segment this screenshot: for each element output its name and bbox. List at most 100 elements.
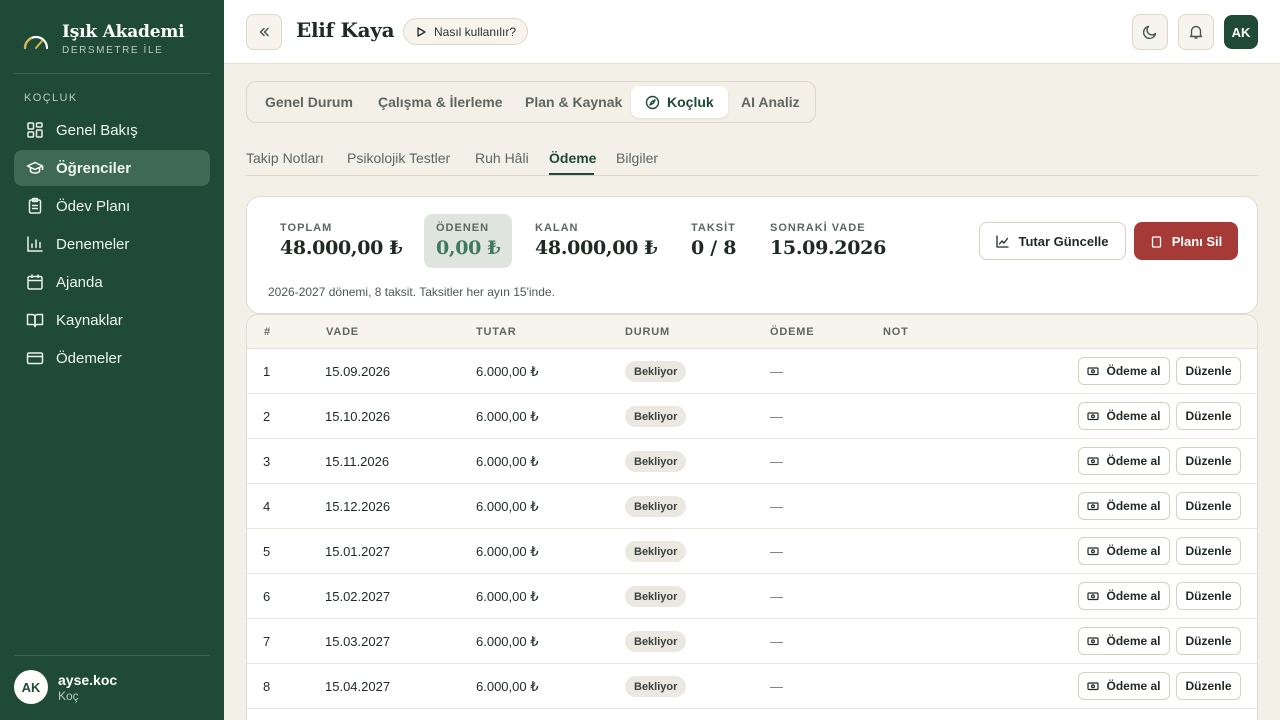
stat-label: SONRAKİ VADE bbox=[770, 222, 866, 234]
theme-toggle-button[interactable] bbox=[1132, 14, 1168, 50]
banknote-icon bbox=[1087, 457, 1100, 466]
user-profile[interactable]: AK ayse.koc Koç bbox=[14, 670, 117, 704]
edit-installment-button[interactable]: Düzenle bbox=[1176, 537, 1241, 565]
row-payment: — bbox=[770, 589, 783, 604]
table-row: 7 15.03.2027 6.000,00 ₺ Bekliyor — Ödeme al Dü… bbox=[247, 619, 1257, 664]
table-header: # VADE TUTAR DURUM ÖDEME NOT bbox=[247, 315, 1257, 349]
top-header: Elif Kaya Nasıl kullanılır? AK bbox=[224, 0, 1280, 64]
user-role: Koç bbox=[58, 688, 79, 703]
collapse-sidebar-button[interactable] bbox=[246, 14, 282, 50]
sidebar-nav: Genel Bakış Öğrenciler Ödev Planı Deneme… bbox=[14, 112, 210, 378]
tab-plan-kaynak[interactable]: Plan & Kaynak bbox=[525, 86, 622, 118]
subtab-takip-notlari[interactable]: Takip Notları bbox=[246, 150, 324, 166]
edit-installment-button[interactable]: Düzenle bbox=[1176, 447, 1241, 475]
receive-payment-button[interactable]: Ödeme al bbox=[1078, 357, 1170, 385]
receive-payment-button[interactable]: Ödeme al bbox=[1078, 447, 1170, 475]
help-button[interactable]: Nasıl kullanılır? bbox=[403, 18, 529, 45]
row-number: 1 bbox=[263, 364, 271, 379]
calendar-icon bbox=[27, 274, 43, 290]
notifications-button[interactable] bbox=[1178, 14, 1214, 50]
stat-label: ÖDENEN bbox=[436, 222, 490, 234]
chevrons-left-icon bbox=[259, 27, 269, 37]
stat-label: KALAN bbox=[535, 222, 579, 234]
tab-genel-durum[interactable]: Genel Durum bbox=[265, 86, 353, 118]
stat-label: TOPLAM bbox=[280, 222, 333, 234]
column-header-due: VADE bbox=[326, 326, 359, 338]
sidebar-item-genel-bakis[interactable]: Genel Bakış bbox=[14, 112, 210, 148]
status-badge: Bekliyor bbox=[625, 406, 687, 427]
row-number: 2 bbox=[263, 409, 271, 424]
stat-label: TAKSİT bbox=[691, 222, 736, 234]
update-amount-label: Tutar Güncelle bbox=[1018, 233, 1109, 249]
edit-installment-button[interactable]: Düzenle bbox=[1176, 672, 1241, 700]
status-badge: Bekliyor bbox=[625, 676, 687, 697]
section-tabs: Genel Durum Çalışma & İlerleme Plan & Ka… bbox=[246, 81, 816, 123]
avatar: AK bbox=[14, 670, 48, 704]
delete-plan-button[interactable]: Planı Sil bbox=[1134, 222, 1238, 260]
receive-payment-button[interactable]: Ödeme al bbox=[1078, 672, 1170, 700]
row-amount: 6.000,00 ₺ bbox=[476, 364, 539, 379]
help-button-label: Nasıl kullanılır? bbox=[434, 24, 517, 39]
sidebar-item-ogrenciler[interactable]: Öğrenciler bbox=[14, 150, 210, 186]
payment-summary-card: TOPLAM 48.000,00 ₺ ÖDENEN 0,00 ₺ KALAN 4… bbox=[246, 196, 1258, 314]
receive-payment-button[interactable]: Ödeme al bbox=[1078, 537, 1170, 565]
row-amount: 6.000,00 ₺ bbox=[476, 454, 539, 469]
edit-installment-button[interactable]: Düzenle bbox=[1176, 402, 1241, 430]
subtab-bilgiler[interactable]: Bilgiler bbox=[616, 150, 658, 166]
sidebar-item-label: Ödemeler bbox=[56, 349, 122, 367]
sidebar-item-denemeler[interactable]: Denemeler bbox=[14, 226, 210, 262]
sidebar-item-ajanda[interactable]: Ajanda bbox=[14, 264, 210, 300]
banknote-icon bbox=[1087, 367, 1100, 376]
edit-installment-button[interactable]: Düzenle bbox=[1176, 582, 1241, 610]
update-amount-button[interactable]: Tutar Güncelle bbox=[979, 222, 1126, 260]
receive-payment-label: Ödeme al bbox=[1106, 634, 1161, 648]
brand[interactable]: Işık Akademi DERSMETRE İLE bbox=[22, 22, 185, 56]
receive-payment-label: Ödeme al bbox=[1106, 409, 1161, 423]
sidebar-item-label: Ajanda bbox=[56, 273, 103, 291]
receive-payment-button[interactable]: Ödeme al bbox=[1078, 582, 1170, 610]
subtab-odeme[interactable]: Ödeme bbox=[549, 150, 596, 166]
column-header-payment: ÖDEME bbox=[770, 326, 815, 338]
row-amount: 6.000,00 ₺ bbox=[476, 679, 539, 694]
status-badge: Bekliyor bbox=[625, 451, 687, 472]
row-due-date: 15.11.2026 bbox=[325, 454, 390, 469]
clipboard-icon bbox=[28, 197, 42, 214]
grid-icon bbox=[27, 122, 43, 138]
brand-subtitle: DERSMETRE İLE bbox=[62, 45, 164, 56]
column-header-number: # bbox=[264, 326, 271, 338]
sidebar-item-label: Denemeler bbox=[56, 235, 130, 253]
row-number: 6 bbox=[263, 589, 271, 604]
active-tab-indicator bbox=[549, 173, 594, 175]
stat-total: TOPLAM 48.000,00 ₺ bbox=[280, 214, 403, 268]
row-amount: 6.000,00 ₺ bbox=[476, 634, 539, 649]
sidebar-item-kaynaklar[interactable]: Kaynaklar bbox=[14, 302, 210, 338]
credit-card-icon bbox=[26, 352, 44, 365]
tab-ai-analiz[interactable]: AI Analiz bbox=[741, 86, 800, 118]
edit-installment-button[interactable]: Düzenle bbox=[1176, 357, 1241, 385]
moon-icon bbox=[1142, 25, 1157, 40]
receive-payment-button[interactable]: Ödeme al bbox=[1078, 402, 1170, 430]
tab-kocluk[interactable]: Koçluk bbox=[631, 86, 728, 118]
page-title: Elif Kaya bbox=[296, 18, 395, 42]
receive-payment-label: Ödeme al bbox=[1106, 544, 1161, 558]
stat-value: 48.000,00 ₺ bbox=[280, 237, 403, 259]
row-number: 5 bbox=[263, 544, 271, 559]
sidebar-item-odemeler[interactable]: Ödemeler bbox=[14, 340, 210, 376]
user-avatar-button[interactable]: AK bbox=[1224, 15, 1258, 49]
edit-installment-button[interactable]: Düzenle bbox=[1176, 627, 1241, 655]
subtab-psikolojik-testler[interactable]: Psikolojik Testler bbox=[347, 150, 450, 166]
receive-payment-button[interactable]: Ödeme al bbox=[1078, 627, 1170, 655]
tab-calisma-ilerleme[interactable]: Çalışma & İlerleme bbox=[378, 86, 503, 118]
edit-installment-button[interactable]: Düzenle bbox=[1176, 492, 1241, 520]
table-row: 1 15.09.2026 6.000,00 ₺ Bekliyor — Ödeme al Dü… bbox=[247, 349, 1257, 394]
subtab-ruh-hali[interactable]: Ruh Hâli bbox=[475, 150, 529, 166]
sidebar-section-label: KOÇLUK bbox=[24, 92, 78, 104]
receive-payment-button[interactable]: Ödeme al bbox=[1078, 492, 1170, 520]
sidebar-item-odev-plani[interactable]: Ödev Planı bbox=[14, 188, 210, 224]
row-amount: 6.000,00 ₺ bbox=[476, 409, 539, 424]
row-amount: 6.000,00 ₺ bbox=[476, 544, 539, 559]
sidebar-item-label: Genel Bakış bbox=[56, 121, 138, 139]
brand-title: Işık Akademi bbox=[62, 22, 185, 42]
table-row: 5 15.01.2027 6.000,00 ₺ Bekliyor — Ödeme al Dü… bbox=[247, 529, 1257, 574]
row-due-date: 15.10.2026 bbox=[325, 409, 391, 424]
